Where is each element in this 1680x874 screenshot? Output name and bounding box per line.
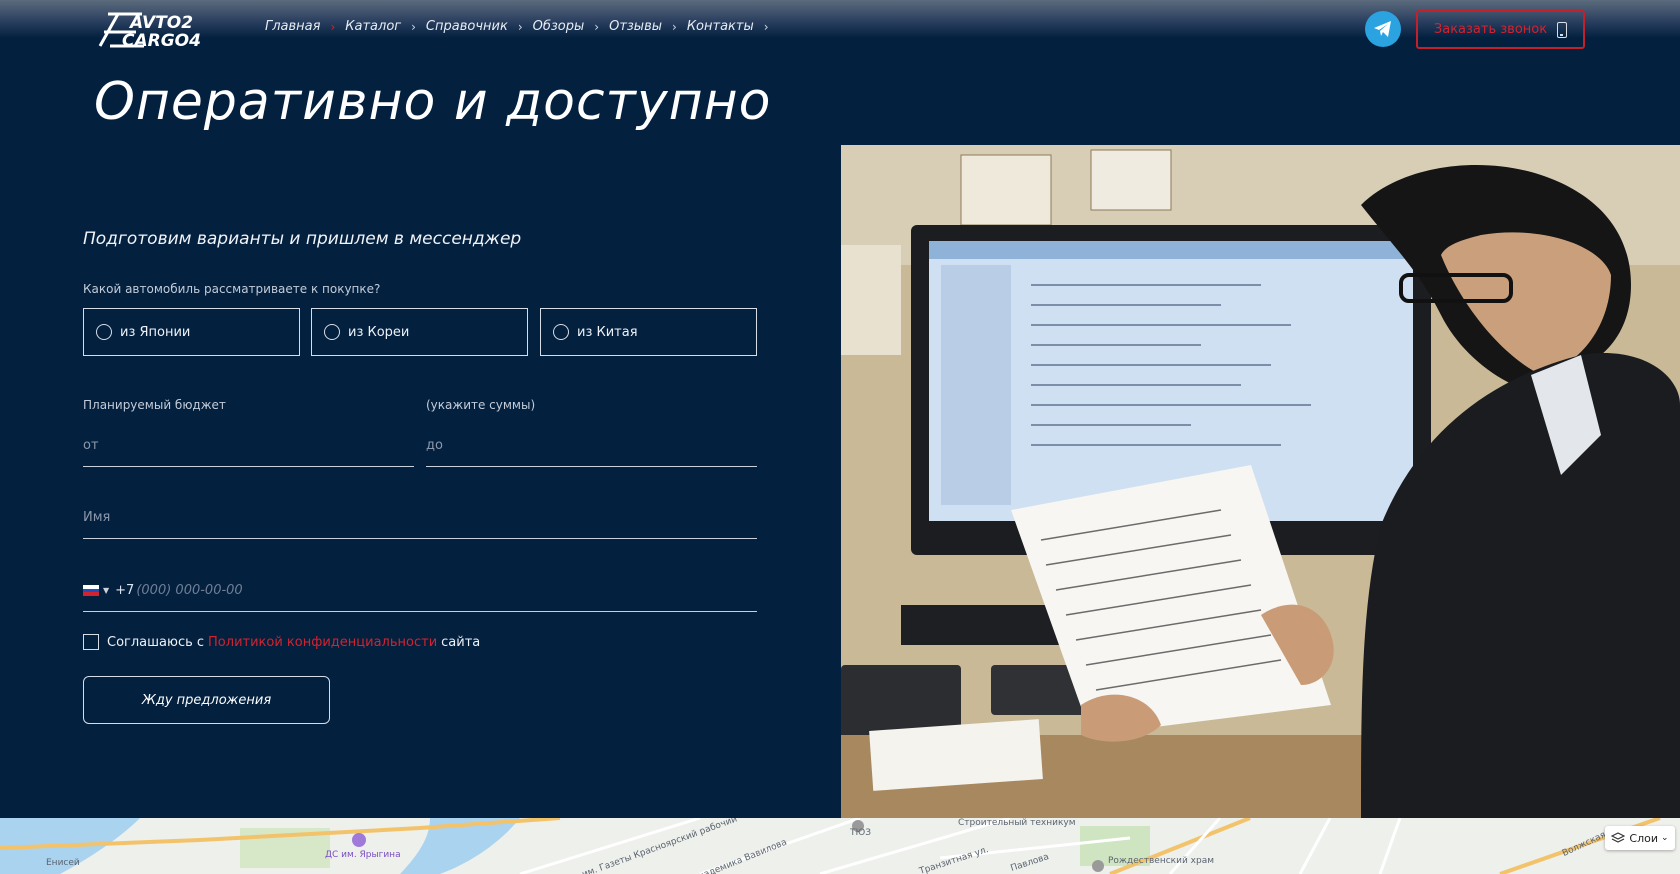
chevron-down-icon: ⌄ [1661, 833, 1669, 843]
callback-button[interactable]: Заказать звонок [1416, 10, 1585, 49]
map-label: Строительный техникум [958, 818, 1076, 828]
option-label: из Кореи [348, 324, 410, 340]
nav-item-label: Отзывы [609, 19, 663, 34]
nav-item-reviews[interactable]: Обзоры › [533, 19, 599, 34]
nav-item-label: Главная [265, 19, 321, 34]
submit-button[interactable]: Жду предложения [83, 676, 330, 724]
nav-item-label: Контакты [686, 19, 754, 34]
logo-text-top: AVTO2 [128, 13, 193, 33]
nav-item-testimonials[interactable]: Отзывы › [609, 19, 677, 34]
page: AVTO2 CARGO4 Главная › Каталог › Справоч… [0, 0, 1680, 874]
telegram-icon [1374, 21, 1391, 37]
name-input[interactable] [83, 497, 757, 539]
consent-text-after: сайта [441, 634, 481, 650]
telegram-button[interactable] [1365, 11, 1401, 47]
caret-down-icon[interactable]: ▼ [103, 586, 109, 595]
option-label: из Японии [120, 324, 191, 340]
budget-label: Планируемый бюджет [83, 398, 226, 412]
office-illustration [841, 145, 1680, 818]
nav-item-label: Каталог [345, 19, 402, 34]
consent-text-before: Соглашаюсь с [107, 634, 205, 650]
logo[interactable]: AVTO2 CARGO4 [96, 12, 260, 48]
main-nav: Главная › Каталог › Справочник › Обзоры … [265, 19, 779, 34]
consent-checkbox[interactable] [83, 634, 99, 650]
nav-item-home[interactable]: Главная › [265, 19, 335, 34]
nav-item-reference[interactable]: Справочник › [426, 19, 523, 34]
map-layers-button[interactable]: Слои ⌄ [1605, 826, 1675, 850]
chevron-right-icon: › [517, 19, 523, 34]
chevron-right-icon: › [763, 19, 769, 34]
russia-flag-icon[interactable] [83, 585, 99, 597]
chevron-right-icon: › [672, 19, 677, 34]
chevron-right-icon: › [411, 19, 416, 34]
map-label: ТЮЗ [850, 828, 871, 838]
radio-circle-icon [96, 324, 112, 340]
map-label: ДС им. Ярыгина [325, 850, 401, 860]
layers-icon [1611, 832, 1626, 843]
option-china[interactable]: из Китая [540, 308, 757, 356]
radio-circle-icon [324, 324, 340, 340]
budget-hint: (укажите суммы) [426, 398, 536, 412]
page-title: Оперативно и доступно [94, 72, 772, 132]
nav-item-catalog[interactable]: Каталог › [345, 19, 416, 34]
map-tiles [0, 818, 1661, 874]
option-korea[interactable]: из Кореи [311, 308, 528, 356]
phone-prefix: +7 [115, 583, 135, 598]
car-origin-question: Какой автомобиль рассматриваете к покупк… [83, 282, 381, 296]
map-label: Рождественский храм [1108, 856, 1215, 866]
layers-label: Слои [1629, 831, 1659, 845]
budget-to-input[interactable] [426, 425, 757, 467]
chevron-right-icon: › [330, 19, 336, 34]
map-label: Енисей [46, 858, 80, 868]
phone-icon [1557, 21, 1568, 38]
nav-item-label: Обзоры [532, 19, 585, 34]
option-japan[interactable]: из Японии [83, 308, 300, 356]
callback-label: Заказать звонок [1433, 22, 1548, 37]
privacy-consent: Соглашаюсь с Политикой конфиденциальност… [83, 634, 480, 650]
privacy-policy-link[interactable]: Политикой конфиденциальности [208, 635, 437, 650]
option-label: из Китая [577, 324, 638, 340]
form-subtitle: Подготовим варианты и пришлем в мессендж… [83, 229, 522, 249]
nav-item-label: Справочник [425, 19, 508, 34]
nav-item-contacts[interactable]: Контакты › [687, 19, 769, 34]
radio-circle-icon [553, 324, 569, 340]
submit-label: Жду предложения [141, 692, 272, 708]
map[interactable]: Енисей ДС им. Ярыгина просп. им. Газеты … [0, 818, 1680, 874]
budget-from-input[interactable] [83, 425, 414, 467]
phone-input[interactable] [136, 583, 537, 598]
phone-field: ▼ +7 [83, 570, 757, 612]
chevron-right-icon: › [594, 19, 600, 34]
office-photo [841, 145, 1680, 818]
